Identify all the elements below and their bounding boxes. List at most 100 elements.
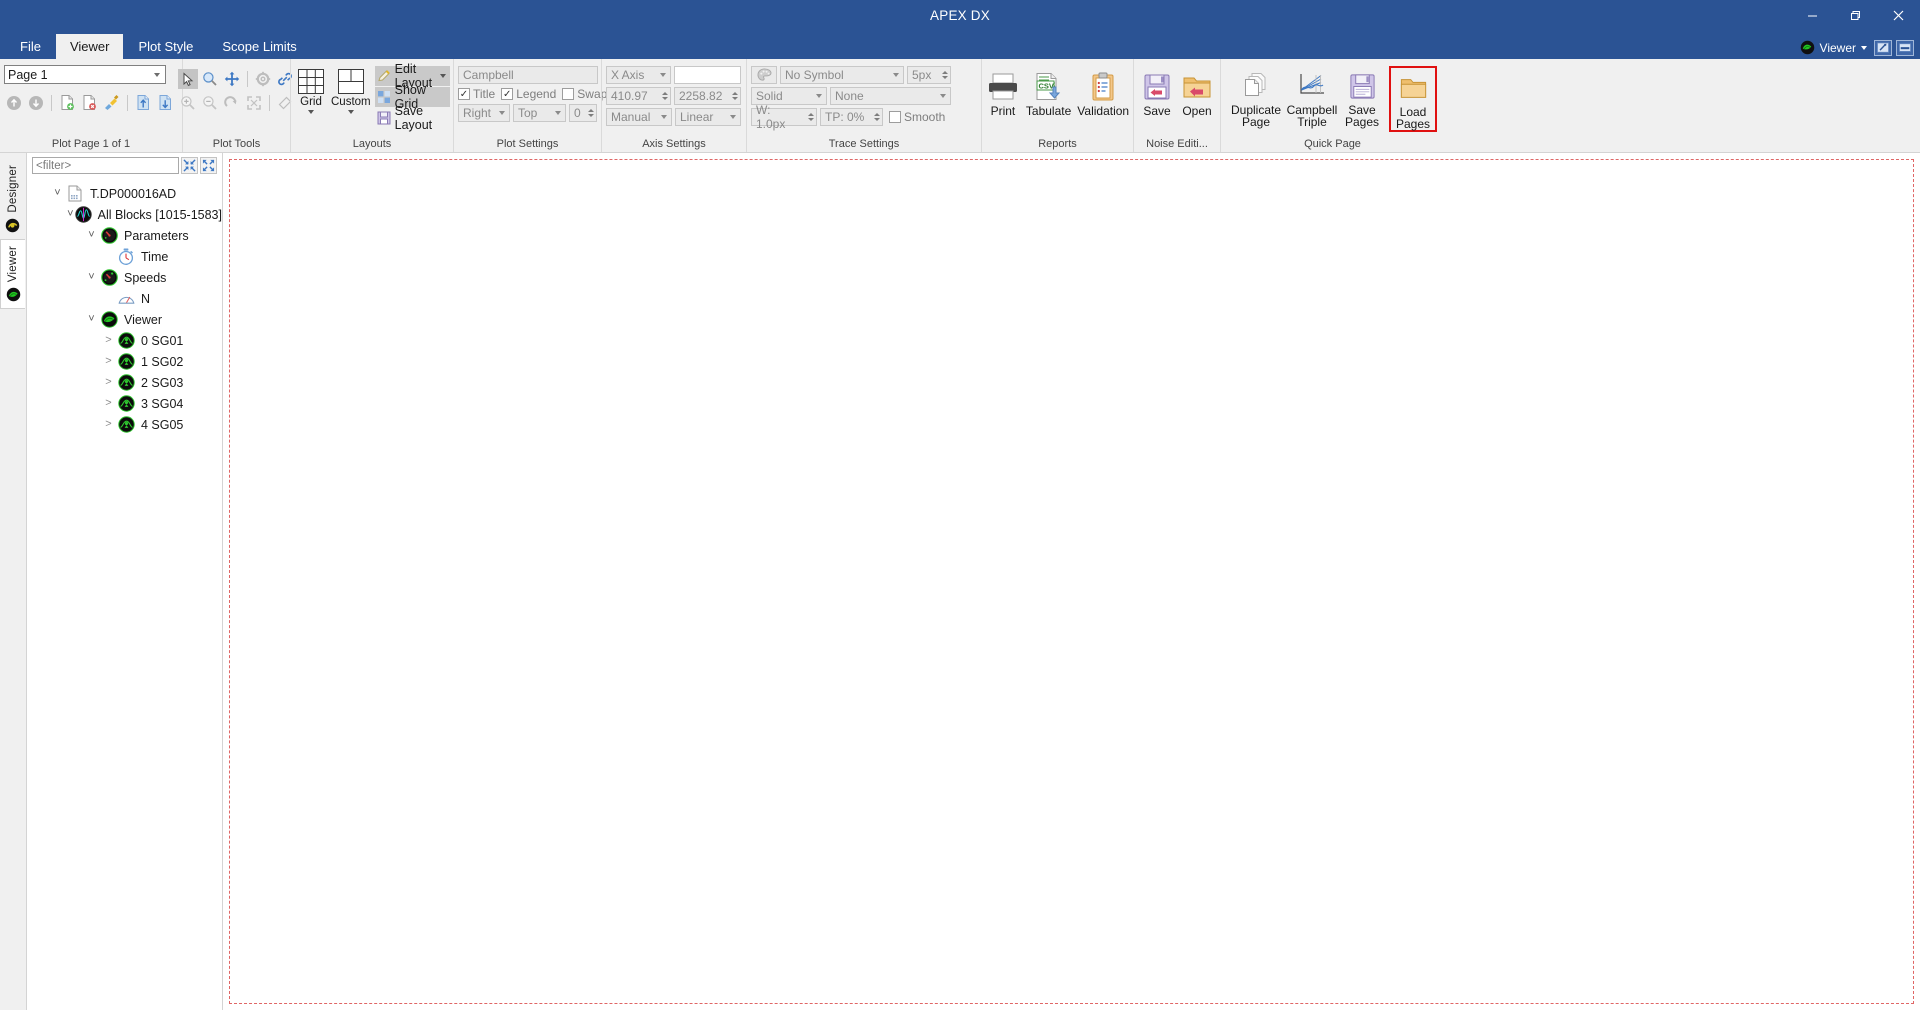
symbol-size-spinner[interactable] — [940, 66, 951, 84]
custom-layout-button[interactable]: Custom — [331, 64, 371, 114]
help-icon[interactable] — [1874, 39, 1892, 56]
legend-checkbox[interactable]: ✓ Legend — [501, 87, 556, 101]
sidebar-item-designer[interactable]: Designer — [0, 159, 25, 239]
tab-viewer[interactable]: Viewer — [55, 34, 124, 59]
tab-scope-limits[interactable]: Scope Limits — [208, 34, 310, 59]
tabulate-button[interactable]: CSV Tabulate — [1026, 67, 1071, 117]
title-checkbox[interactable]: ✓ Title — [458, 87, 495, 101]
chevron-down-icon[interactable] — [347, 110, 354, 114]
viewer-globe-icon — [1800, 40, 1815, 55]
save-layout-button[interactable]: Save Layout — [375, 104, 451, 132]
legend-offset-input[interactable]: 0 — [569, 104, 586, 122]
delete-page-icon[interactable] — [80, 93, 99, 112]
tree-node-sg01[interactable]: ˃ 0 SG01 — [27, 330, 222, 351]
chevron-down-icon[interactable]: ˅ — [49, 188, 66, 199]
tree-filter-input[interactable]: <filter> — [32, 157, 179, 174]
grid-layout-button[interactable]: Grid — [295, 64, 327, 114]
tree-node-file[interactable]: ˅ T.DP000016AD — [27, 183, 222, 204]
smooth-checkbox[interactable]: Smooth — [889, 110, 945, 124]
chevron-down-icon[interactable]: ˅ — [83, 230, 100, 241]
axis-min-input[interactable]: 410.97 — [606, 87, 660, 105]
sidebar-item-viewer[interactable]: Viewer — [0, 238, 25, 309]
duplicate-page-button[interactable]: Duplicate Page — [1228, 66, 1284, 128]
campbell-triple-button[interactable]: Campbell Triple — [1285, 66, 1339, 128]
load-pages-label-line2: Pages — [1395, 117, 1431, 131]
tab-plot-style[interactable]: Plot Style — [124, 34, 207, 59]
axis-max-input[interactable]: 2258.82 — [674, 87, 730, 105]
line-width-spinner[interactable] — [806, 108, 817, 126]
export-page-icon[interactable] — [156, 93, 175, 112]
legend-horizontal-select[interactable]: Right — [458, 104, 510, 122]
tree-node-speeds[interactable]: ˅ Speeds — [27, 267, 222, 288]
account-viewer-dropdown[interactable]: Viewer — [1797, 39, 1870, 56]
tree-node-sg05[interactable]: ˃ 4 SG05 — [27, 414, 222, 435]
validation-button[interactable]: Validation — [1077, 67, 1129, 117]
tree-node-parameters[interactable]: ˅ Parameters — [27, 225, 222, 246]
color-palette-icon[interactable] — [751, 66, 777, 84]
page-up-icon[interactable] — [4, 93, 23, 112]
sidebar-item-viewer-label: Viewer — [7, 245, 19, 282]
chevron-right-icon[interactable]: ˃ — [100, 419, 117, 430]
transparency-spinner[interactable] — [872, 108, 883, 126]
save-noise-button[interactable]: Save — [1138, 67, 1176, 117]
line-width-input[interactable]: W: 1.0px — [751, 103, 806, 131]
close-button[interactable] — [1877, 0, 1920, 30]
minimize-ribbon-icon[interactable] — [1896, 39, 1914, 56]
chevron-down-icon[interactable] — [308, 110, 314, 114]
print-button[interactable]: Print — [986, 67, 1020, 117]
minimize-button[interactable] — [1791, 0, 1834, 30]
new-page-icon[interactable] — [58, 93, 77, 112]
tree-node-sg02[interactable]: ˃ 1 SG02 — [27, 351, 222, 372]
line-pattern-select[interactable]: None — [830, 87, 951, 105]
ribbon-group-axis-settings: X Axis 410.97 2258.82 Manual Linear Axis… — [601, 59, 746, 152]
ribbon: Page 1 Plot Page 1 of 1 Plot Tools Grid … — [0, 59, 1920, 153]
clear-page-icon[interactable] — [102, 93, 121, 112]
chevron-down-icon[interactable]: ˅ — [66, 209, 75, 220]
axis-min-spinner[interactable] — [660, 87, 671, 105]
axis-scale-mode-select[interactable]: Manual — [606, 108, 672, 126]
tree-node-n[interactable]: N — [27, 288, 222, 309]
select-arrow-icon[interactable] — [178, 69, 198, 89]
axis-select[interactable]: X Axis — [606, 66, 671, 84]
zoom-icon[interactable] — [200, 69, 220, 89]
document-data-icon — [66, 185, 84, 203]
tree-node-sg04[interactable]: ˃ 3 SG04 — [27, 393, 222, 414]
pan-icon[interactable] — [222, 69, 242, 89]
chevron-down-icon[interactable]: ˅ — [83, 272, 100, 283]
page-down-icon[interactable] — [26, 93, 45, 112]
tree-node-viewer[interactable]: ˅ Viewer — [27, 309, 222, 330]
transparency-input[interactable]: TP: 0% — [820, 108, 872, 126]
page-select-combo[interactable]: Page 1 — [4, 65, 166, 84]
chevron-right-icon[interactable]: ˃ — [100, 335, 117, 346]
plot-title-input[interactable]: Campbell — [458, 66, 598, 84]
chevron-right-icon[interactable]: ˃ — [100, 377, 117, 388]
load-pages-button[interactable]: Load Pages — [1389, 66, 1437, 132]
axis-scale-type-select[interactable]: Linear — [675, 108, 741, 126]
symbol-size-input[interactable]: 5px — [907, 66, 940, 84]
save-pages-label-line2: Pages — [1344, 115, 1380, 129]
legend-offset-spinner[interactable] — [586, 104, 597, 122]
axis-max-spinner[interactable] — [730, 87, 741, 105]
chevron-down-icon[interactable] — [440, 74, 447, 78]
plot-page-canvas[interactable] — [229, 159, 1914, 1004]
line-width-value: W: 1.0px — [756, 103, 786, 131]
chevron-down-icon — [661, 115, 667, 119]
open-noise-button[interactable]: Open — [1178, 67, 1216, 117]
legend-vertical-select[interactable]: Top — [513, 104, 566, 122]
import-page-icon[interactable] — [134, 93, 153, 112]
tree-node-label: 4 SG05 — [141, 417, 184, 432]
save-pages-button[interactable]: Save Pages — [1340, 66, 1384, 128]
tree-node-time[interactable]: Time — [27, 246, 222, 267]
symbol-select[interactable]: No Symbol — [780, 66, 904, 84]
axis-name-input[interactable] — [674, 66, 741, 84]
chevron-right-icon[interactable]: ˃ — [100, 398, 117, 409]
chevron-down-icon[interactable]: ˅ — [83, 314, 100, 325]
tree-node-all-blocks[interactable]: ˅ All Blocks [1015-1583] — [27, 204, 222, 225]
collapse-all-icon[interactable] — [181, 157, 198, 174]
restore-button[interactable] — [1834, 0, 1877, 30]
checkbox-box — [562, 88, 575, 100]
tab-file[interactable]: File — [6, 34, 55, 59]
expand-all-icon[interactable] — [200, 157, 217, 174]
chevron-right-icon[interactable]: ˃ — [100, 356, 117, 367]
tree-node-sg03[interactable]: ˃ 2 SG03 — [27, 372, 222, 393]
